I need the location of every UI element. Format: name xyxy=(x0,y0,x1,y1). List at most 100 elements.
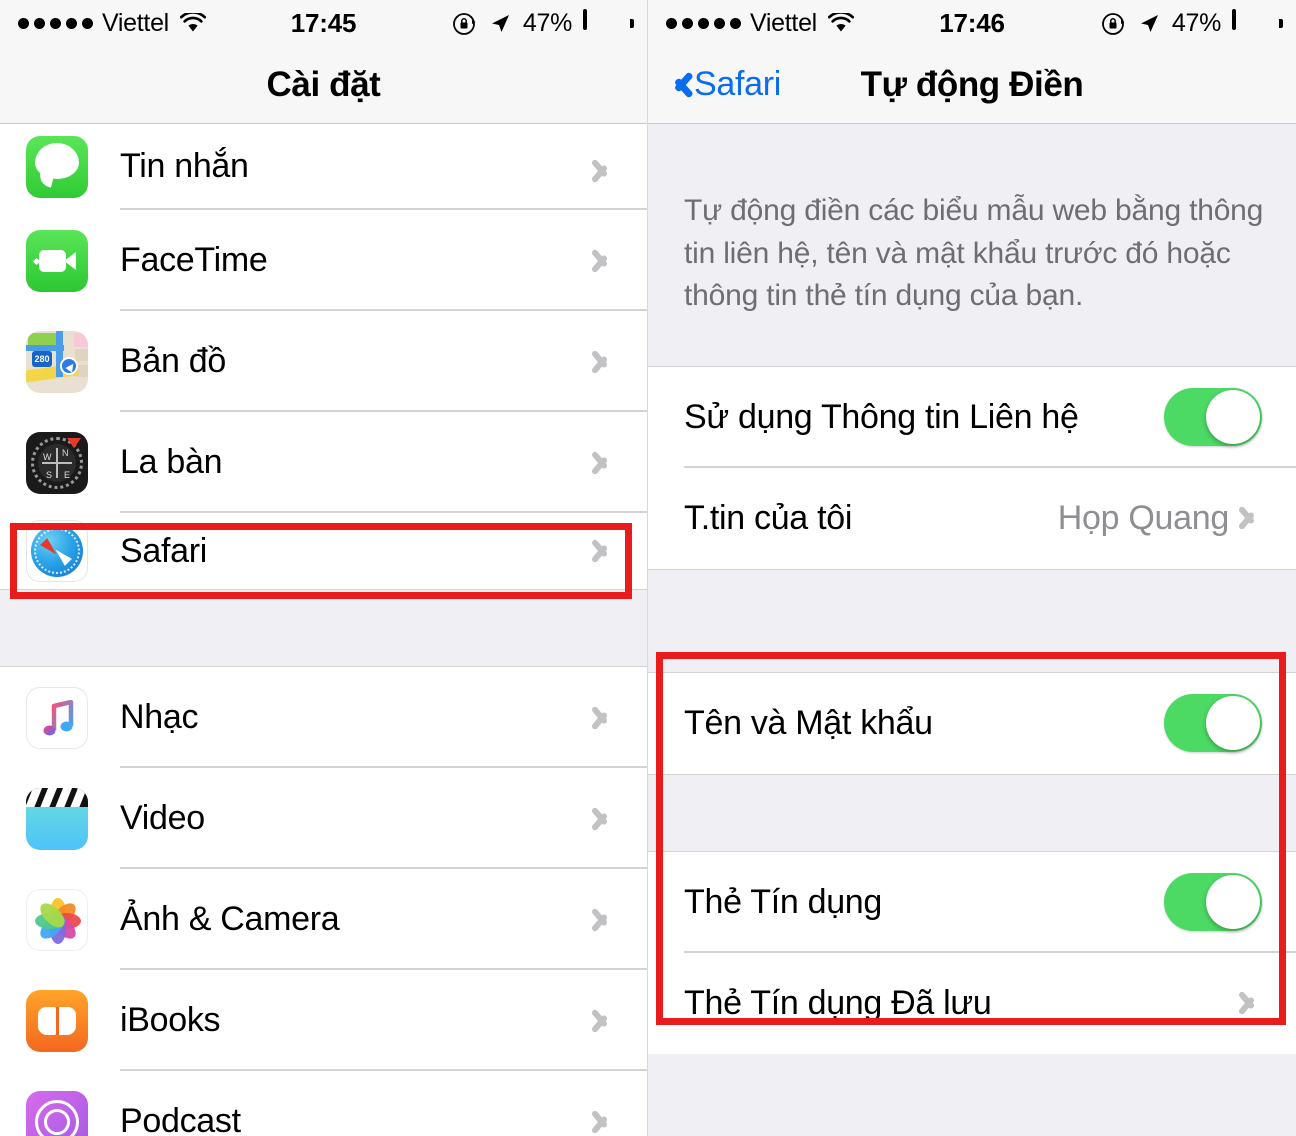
status-bar-left-group: Viettel xyxy=(666,8,855,38)
rotation-lock-icon xyxy=(452,11,477,36)
toggle-use-contact-info[interactable] xyxy=(1164,388,1262,447)
compass-east-label: E xyxy=(64,469,71,480)
toggle-credit-cards[interactable] xyxy=(1164,873,1262,932)
sidebar-item-label: Bản đồ xyxy=(120,342,226,380)
music-icon xyxy=(26,686,88,749)
autofill-scroll[interactable]: Tự động điền các biểu mẫu web bằng thông… xyxy=(648,124,1296,1136)
location-arrow-icon xyxy=(488,11,512,35)
facetime-icon xyxy=(26,229,88,292)
signal-strength-icon xyxy=(18,17,93,29)
sidebar-item-label: Ảnh & Camera xyxy=(120,900,340,938)
chevron-right-icon xyxy=(598,703,615,733)
map-shield-label: 280 xyxy=(32,350,52,367)
row-label: Sử dụng Thông tin Liên hệ xyxy=(684,397,1079,436)
sidebar-item-messages[interactable]: Tin nhắn xyxy=(0,124,647,210)
compass-south-label: S xyxy=(46,469,53,480)
sidebar-item-label: Safari xyxy=(120,531,208,570)
settings-group-separator xyxy=(648,773,1296,852)
settings-group-apps-top: Tin nhắn FaceTime 280 Bản đồ N W S E La … xyxy=(0,124,647,589)
row-use-contact-info[interactable]: Sử dụng Thông tin Liên hệ xyxy=(648,366,1296,468)
location-arrow-icon xyxy=(1137,11,1161,35)
row-label: T.tin của tôi xyxy=(684,498,853,537)
sidebar-item-compass[interactable]: N W S E La bàn xyxy=(0,412,647,513)
sidebar-item-video[interactable]: Video xyxy=(0,768,647,869)
row-credit-cards[interactable]: Thẻ Tín dụng xyxy=(648,851,1296,953)
sidebar-item-photos-camera[interactable]: Ảnh & Camera xyxy=(0,869,647,970)
chevron-right-icon xyxy=(598,1107,615,1136)
sidebar-item-label: Nhạc xyxy=(120,698,199,736)
chevron-right-icon xyxy=(598,448,615,478)
sidebar-item-label: iBooks xyxy=(120,1001,221,1039)
chevron-right-icon xyxy=(598,347,615,377)
right-screen-autofill: Viettel 17:46 47% Safari Tự động Điền Tự… xyxy=(648,0,1296,1136)
sidebar-item-facetime[interactable]: FaceTime xyxy=(0,210,647,311)
back-button-label: Safari xyxy=(694,65,782,103)
ibooks-icon xyxy=(26,989,88,1052)
wifi-icon xyxy=(827,11,855,33)
wifi-icon xyxy=(179,11,207,33)
chevron-right-icon xyxy=(1245,503,1262,533)
dual-screenshot-container: Viettel 17:45 47% Cài đặt Tin nhắn FaceT… xyxy=(0,0,1296,1136)
sidebar-item-maps[interactable]: 280 Bản đồ xyxy=(0,311,647,412)
autofill-description: Tự động điền các biểu mẫu web bằng thông… xyxy=(648,124,1296,367)
battery-percent-label: 47% xyxy=(1171,8,1221,37)
settings-group-contact-info: Sử dụng Thông tin Liên hệ T.tin của tôi … xyxy=(648,366,1296,569)
sidebar-item-label: FaceTime xyxy=(120,241,268,279)
status-bar-left: Viettel 17:45 47% xyxy=(0,0,647,46)
compass-north-label: N xyxy=(62,447,69,458)
settings-group-separator xyxy=(648,568,1296,673)
video-icon xyxy=(26,787,88,850)
nav-bar-left: Cài đặt xyxy=(0,46,647,124)
battery-icon xyxy=(583,9,634,35)
compass-icon: N W S E xyxy=(26,431,88,494)
chevron-right-icon xyxy=(598,156,615,186)
sidebar-item-music[interactable]: Nhạc xyxy=(0,667,647,768)
sidebar-item-ibooks[interactable]: iBooks xyxy=(0,970,647,1071)
sidebar-item-safari[interactable]: Safari xyxy=(0,513,647,589)
settings-group-separator xyxy=(0,589,647,667)
sidebar-item-label: Podcast xyxy=(120,1102,241,1136)
row-names-passwords[interactable]: Tên và Mật khẩu xyxy=(648,672,1296,774)
sidebar-item-podcast[interactable]: Podcast xyxy=(0,1071,647,1136)
battery-icon xyxy=(1232,9,1283,35)
status-bar-left-group: Viettel xyxy=(18,8,207,38)
sidebar-item-label: Video xyxy=(120,799,205,837)
chevron-right-icon xyxy=(598,1006,615,1036)
compass-west-label: W xyxy=(43,451,52,462)
safari-icon xyxy=(26,520,88,582)
settings-group-credit-cards: Thẻ Tín dụng Thẻ Tín dụng Đã lưu xyxy=(648,851,1296,1054)
page-title: Cài đặt xyxy=(266,64,381,104)
messages-icon xyxy=(26,136,88,198)
left-screen-settings: Viettel 17:45 47% Cài đặt Tin nhắn FaceT… xyxy=(0,0,648,1136)
toggle-names-passwords[interactable] xyxy=(1164,694,1262,753)
row-my-info[interactable]: T.tin của tôi Họp Quang xyxy=(648,467,1296,569)
carrier-label: Viettel xyxy=(750,8,817,37)
chevron-left-icon xyxy=(666,68,686,102)
chevron-right-icon xyxy=(598,536,615,566)
sidebar-item-label: Tin nhắn xyxy=(120,147,249,185)
podcast-icon xyxy=(26,1090,88,1136)
nav-bar-right: Safari Tự động Điền xyxy=(648,46,1296,124)
row-value: Họp Quang xyxy=(1057,498,1230,537)
settings-group-apps-bottom: Nhạc Video Ảnh & Camera iBooks Podcast xyxy=(0,667,647,1136)
row-label: Thẻ Tín dụng xyxy=(684,882,883,921)
status-bar-right-group: 47% xyxy=(1101,8,1283,38)
settings-list-scroll[interactable]: Tin nhắn FaceTime 280 Bản đồ N W S E La … xyxy=(0,124,647,1136)
back-button[interactable]: Safari xyxy=(648,65,781,104)
photos-icon xyxy=(26,888,88,951)
chevron-right-icon xyxy=(598,246,615,276)
settings-group-names-passwords: Tên và Mật khẩu xyxy=(648,672,1296,774)
row-saved-credit-cards[interactable]: Thẻ Tín dụng Đã lưu xyxy=(648,952,1296,1054)
status-bar-right-screen: Viettel 17:46 47% xyxy=(648,0,1296,46)
chevron-right-icon xyxy=(598,804,615,834)
signal-strength-icon xyxy=(666,17,741,29)
carrier-label: Viettel xyxy=(102,8,169,37)
rotation-lock-icon xyxy=(1101,11,1126,36)
chevron-right-icon xyxy=(1245,988,1262,1018)
chevron-right-icon xyxy=(598,905,615,935)
row-label: Thẻ Tín dụng Đã lưu xyxy=(684,983,992,1022)
maps-icon: 280 xyxy=(26,330,88,393)
battery-percent-label: 47% xyxy=(522,8,572,37)
status-bar-right-group: 47% xyxy=(452,8,634,38)
row-label: Tên và Mật khẩu xyxy=(684,703,933,742)
